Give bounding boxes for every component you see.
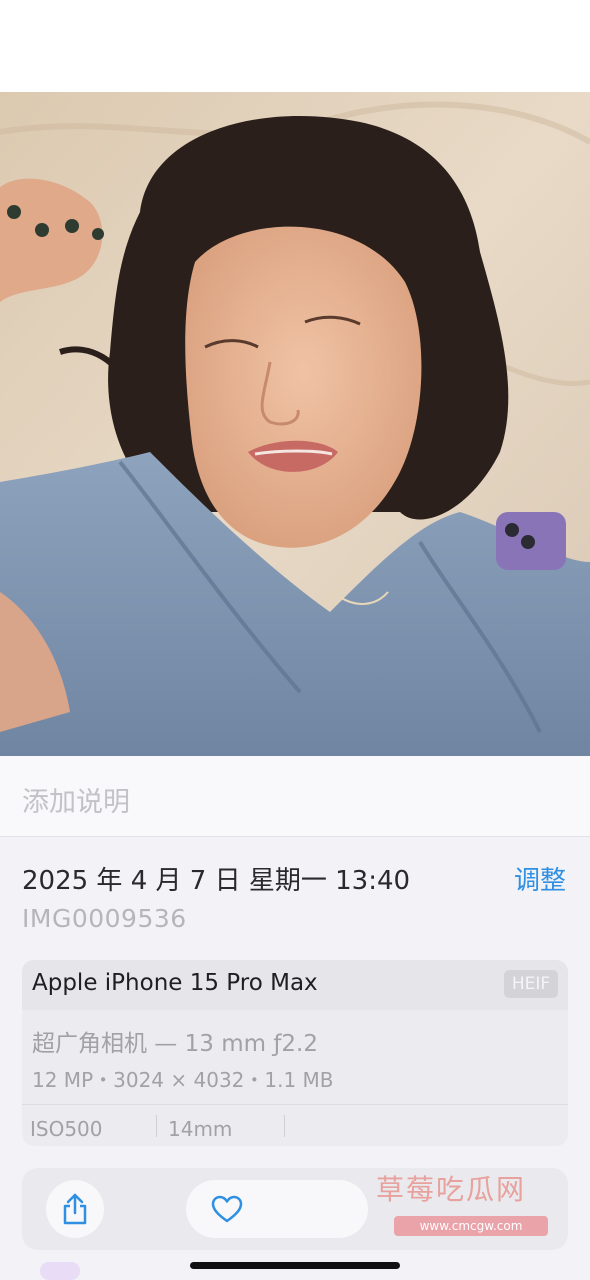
- format-badge: HEIF: [504, 970, 558, 998]
- heart-icon: [211, 1195, 243, 1227]
- top-bar: [0, 0, 590, 92]
- iso-value: ISO500: [30, 1117, 103, 1141]
- camera-info-card: Apple iPhone 15 Pro Max HEIF 超广角相机 — 13 …: [22, 960, 568, 1146]
- watermark-url: www.cmcgw.com: [394, 1216, 548, 1236]
- photo-filename: IMG0009536: [22, 904, 187, 933]
- adjust-button[interactable]: 调整: [514, 860, 566, 897]
- partial-icon: [40, 1262, 80, 1280]
- watermark: 草莓吃瓜网 www.cmcgw.com: [370, 1164, 566, 1246]
- home-indicator[interactable]: [190, 1262, 400, 1269]
- caption-field[interactable]: 添加说明: [0, 756, 590, 837]
- focal-length-value: 14mm: [168, 1117, 233, 1141]
- exif-divider: [156, 1115, 157, 1137]
- caption-placeholder: 添加说明: [22, 787, 130, 818]
- device-name: Apple iPhone 15 Pro Max: [32, 970, 318, 996]
- camera-info-header: Apple iPhone 15 Pro Max HEIF: [22, 960, 568, 1010]
- exif-divider: [284, 1115, 285, 1137]
- exif-row: ISO500 14mm: [22, 1104, 568, 1146]
- share-button[interactable]: [46, 1180, 104, 1238]
- watermark-title: 草莓吃瓜网: [376, 1173, 527, 1206]
- photo-datetime: 2025 年 4 月 7 日 星期一 13:40: [22, 866, 411, 896]
- share-icon: [61, 1193, 89, 1229]
- image-specs: 12 MP・3024 × 4032・1.1 MB: [32, 1068, 334, 1092]
- photo-image: [0, 92, 590, 756]
- lens-info: 超广角相机 — 13 mm ƒ2.2: [32, 1031, 318, 1057]
- photo-view[interactable]: [0, 92, 590, 756]
- favorite-button[interactable]: [186, 1180, 368, 1238]
